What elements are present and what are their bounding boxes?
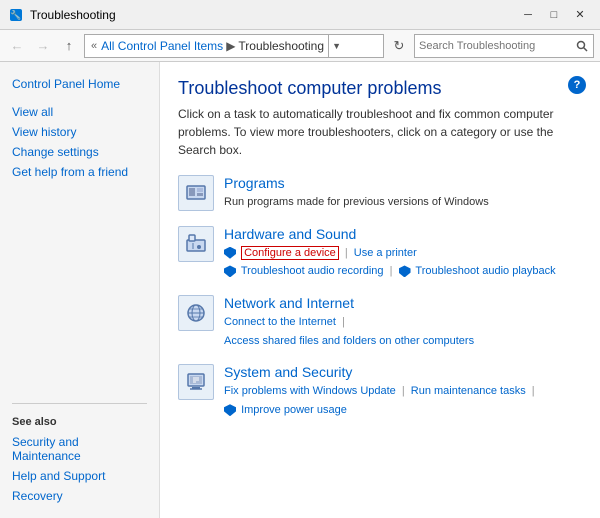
up-button[interactable]: ↑ bbox=[58, 35, 80, 57]
network-details: Network and Internet Connect to the Inte… bbox=[224, 295, 582, 350]
breadcrumb: « All Control Panel Items ▶ Troubleshoot… bbox=[84, 34, 384, 58]
shield-icon-hardware bbox=[224, 247, 236, 259]
main-content: Control Panel Home View all View history… bbox=[0, 62, 600, 518]
breadcrumb-dropdown-btn[interactable]: ▼ bbox=[328, 34, 344, 58]
network-links: Connect to the Internet | Access shared … bbox=[224, 313, 582, 350]
maintenance-tasks-link[interactable]: Run maintenance tasks bbox=[411, 385, 526, 397]
category-hardware: Hardware and Sound Configure a device | … bbox=[178, 226, 582, 281]
sidebar-divider bbox=[12, 403, 147, 404]
system-title[interactable]: System and Security bbox=[224, 364, 582, 380]
system-links: Fix problems with Windows Update | Run m… bbox=[224, 382, 582, 419]
search-button[interactable] bbox=[571, 35, 593, 57]
breadcrumb-separator: ▶ bbox=[226, 39, 235, 53]
see-also-label: See also bbox=[0, 412, 159, 432]
power-usage-link[interactable]: Improve power usage bbox=[241, 404, 347, 416]
category-system: System and Security Fix problems with Wi… bbox=[178, 364, 582, 419]
refresh-button[interactable]: ↻ bbox=[388, 35, 410, 57]
help-button[interactable]: ? bbox=[568, 76, 586, 94]
breadcrumb-prefix: « bbox=[91, 40, 97, 52]
close-button[interactable]: ✕ bbox=[568, 5, 592, 25]
shield-icon-power bbox=[224, 404, 236, 416]
minimize-button[interactable]: ─ bbox=[516, 5, 540, 25]
windows-update-link[interactable]: Fix problems with Windows Update bbox=[224, 385, 396, 397]
shared-files-link[interactable]: Access shared files and folders on other… bbox=[224, 335, 474, 347]
connect-internet-link[interactable]: Connect to the Internet bbox=[224, 316, 336, 328]
audio-recording-link[interactable]: Troubleshoot audio recording bbox=[241, 265, 384, 277]
forward-button[interactable]: → bbox=[32, 35, 54, 57]
content-area: ? Troubleshoot computer problems Click o… bbox=[160, 62, 600, 518]
network-icon bbox=[178, 295, 214, 331]
hardware-icon bbox=[178, 226, 214, 262]
window-title: Troubleshooting bbox=[30, 8, 516, 22]
sidebar-item-help-support[interactable]: Help and Support bbox=[0, 466, 159, 486]
search-input[interactable] bbox=[415, 35, 571, 57]
breadcrumb-current: Troubleshooting bbox=[238, 39, 324, 53]
breadcrumb-parent[interactable]: All Control Panel Items bbox=[101, 39, 223, 53]
sidebar-item-control-panel-home[interactable]: Control Panel Home bbox=[0, 74, 159, 94]
shield-icon-audio-record bbox=[224, 265, 236, 277]
hardware-details: Hardware and Sound Configure a device | … bbox=[224, 226, 582, 281]
hardware-links: Configure a device | Use a printer Troub… bbox=[224, 244, 582, 281]
sidebar-item-change-settings[interactable]: Change settings bbox=[0, 142, 159, 162]
hardware-title[interactable]: Hardware and Sound bbox=[224, 226, 582, 242]
app-icon: 🔧 bbox=[8, 7, 24, 23]
sidebar-item-recovery[interactable]: Recovery bbox=[0, 486, 159, 506]
shield-icon-audio-play bbox=[399, 265, 411, 277]
category-programs: Programs Run programs made for previous … bbox=[178, 175, 582, 212]
sidebar-item-view-history[interactable]: View history bbox=[0, 122, 159, 142]
network-title[interactable]: Network and Internet bbox=[224, 295, 582, 311]
programs-details: Programs Run programs made for previous … bbox=[224, 175, 582, 212]
programs-subtitle: Run programs made for previous versions … bbox=[224, 193, 582, 212]
sidebar-item-security-maintenance[interactable]: Security and Maintenance bbox=[0, 432, 159, 466]
audio-playback-link[interactable]: Troubleshoot audio playback bbox=[415, 265, 555, 277]
use-printer-link[interactable]: Use a printer bbox=[354, 247, 417, 259]
page-title: Troubleshoot computer problems bbox=[178, 78, 582, 99]
maximize-button[interactable]: □ bbox=[542, 5, 566, 25]
system-details: System and Security Fix problems with Wi… bbox=[224, 364, 582, 419]
programs-title[interactable]: Programs bbox=[224, 175, 582, 191]
sidebar-item-view-all[interactable]: View all bbox=[0, 102, 159, 122]
svg-text:🔧: 🔧 bbox=[10, 9, 21, 20]
search-box bbox=[414, 34, 594, 58]
title-bar: 🔧 Troubleshooting ─ □ ✕ bbox=[0, 0, 600, 30]
sidebar-item-get-help[interactable]: Get help from a friend bbox=[0, 162, 159, 182]
window-controls: ─ □ ✕ bbox=[516, 5, 592, 25]
programs-icon bbox=[178, 175, 214, 211]
system-icon bbox=[178, 364, 214, 400]
configure-device-link[interactable]: Configure a device bbox=[241, 246, 339, 260]
category-network: Network and Internet Connect to the Inte… bbox=[178, 295, 582, 350]
sidebar: Control Panel Home View all View history… bbox=[0, 62, 160, 518]
page-description: Click on a task to automatically trouble… bbox=[178, 105, 582, 159]
back-button[interactable]: ← bbox=[6, 35, 28, 57]
address-bar: ← → ↑ « All Control Panel Items ▶ Troubl… bbox=[0, 30, 600, 62]
